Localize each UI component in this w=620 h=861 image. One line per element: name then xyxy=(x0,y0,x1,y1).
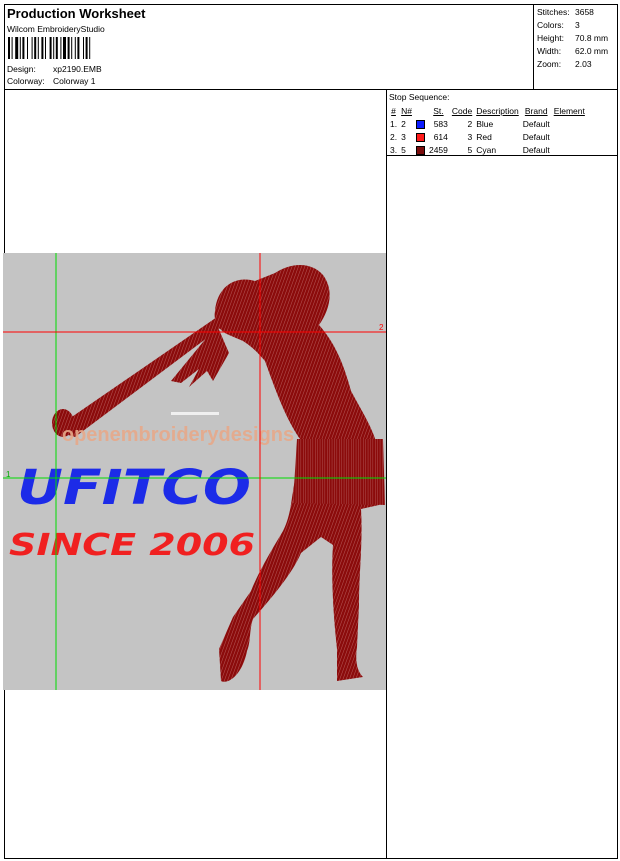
embroidery-preview: openembroiderydesigns UFITCO SINCE 2006 … xyxy=(3,253,386,690)
worksheet-title: Production Worksheet xyxy=(7,6,146,21)
header-info: Production Worksheet Wilcom EmbroiderySt… xyxy=(5,5,533,89)
col-brand: Brand xyxy=(524,105,548,116)
golfer-skirt xyxy=(293,439,385,505)
golf-club xyxy=(55,317,227,437)
table-row: 1. 2 583 2 Blue Default xyxy=(390,118,550,129)
colorway-label: Colorway: xyxy=(7,76,45,86)
design-text-ufitco: UFITCO xyxy=(17,460,251,516)
colorway-row: Colorway: Colorway 1 xyxy=(7,76,96,86)
software-name: Wilcom EmbroideryStudio xyxy=(7,24,105,34)
production-worksheet: Production Worksheet Wilcom EmbroiderySt… xyxy=(3,4,618,859)
design-stats: Stitches: 3658 Colors: 3 Height: 70.8 mm Wi… xyxy=(533,5,618,89)
design-preview: openembroiderydesigns UFITCO SINCE 2006 … xyxy=(3,253,386,690)
design-label: Design: xyxy=(7,64,36,74)
stat-width: Width: 62.0 mm xyxy=(537,46,609,56)
stop-sequence-table: # N# St. Code Description Brand Element … xyxy=(388,104,587,156)
worksheet-header: Production Worksheet Wilcom EmbroiderySt… xyxy=(5,5,617,90)
col-description: Description xyxy=(476,105,519,116)
stat-height: Height: 70.8 mm xyxy=(537,33,609,43)
design-canvas: openembroiderydesigns UFITCO SINCE 2006 … xyxy=(3,89,387,859)
watermark-text: openembroiderydesigns xyxy=(62,424,294,446)
guide-label-1: 1 xyxy=(6,470,11,479)
design-text-since: SINCE 2006 xyxy=(9,528,255,563)
stat-zoom: Zoom: 2.03 xyxy=(537,59,592,69)
col-index: # xyxy=(391,105,396,116)
table-row: 2. 3 614 3 Red Default xyxy=(390,131,550,142)
stat-stitches: Stitches: 3658 xyxy=(537,7,594,17)
col-code: Code xyxy=(451,105,473,116)
barcode-icon xyxy=(8,37,91,59)
col-element: Element xyxy=(553,105,585,116)
table-row: 3. 5 2459 5 Cyan Default xyxy=(390,144,550,155)
design-row: Design: xp2190.EMB xyxy=(7,64,102,74)
stop-sequence-panel: Stop Sequence: # N# St. Code Description… xyxy=(387,89,617,156)
stat-colors: Colors: 3 xyxy=(537,20,580,30)
colorway-value: Colorway 1 xyxy=(53,76,96,86)
col-needle: N# xyxy=(401,105,412,116)
guide-label-2: 2 xyxy=(379,323,384,332)
color-swatch xyxy=(415,132,425,142)
color-swatch xyxy=(415,145,425,155)
color-swatch xyxy=(415,119,425,129)
col-stitches: St. xyxy=(433,105,444,116)
table-header-row: # N# St. Code Description Brand Element xyxy=(388,104,587,117)
stop-sequence-title: Stop Sequence: xyxy=(389,92,450,102)
watermark-bar xyxy=(171,412,219,415)
col-color xyxy=(414,104,427,117)
design-value: xp2190.EMB xyxy=(53,64,102,74)
